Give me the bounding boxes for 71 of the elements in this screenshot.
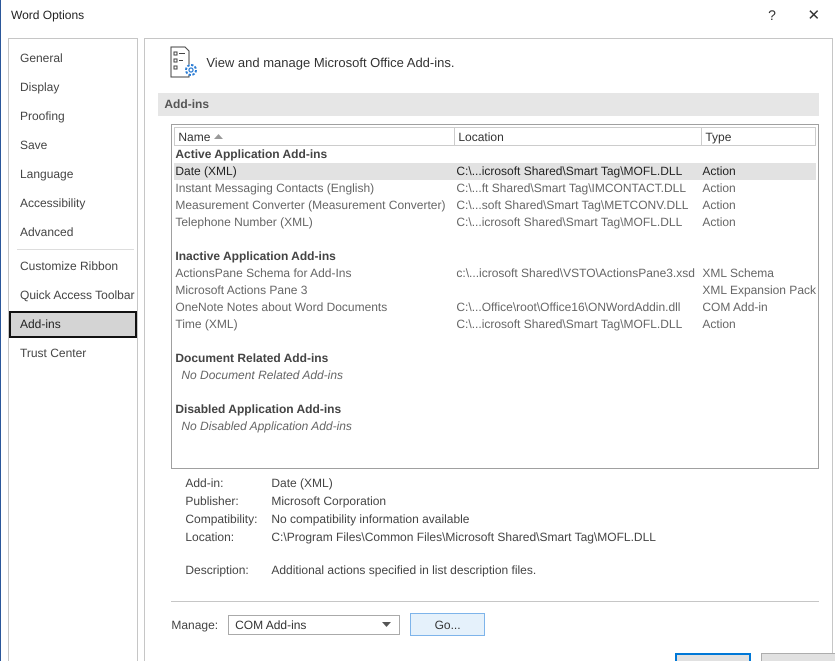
detail-label: Add-in:: [185, 475, 224, 492]
table-cell-text: Time (XML): [174, 316, 239, 333]
section-header: Add-ins: [158, 93, 819, 116]
table-cell: C:\...icrosoft Shared\Smart Tag\MOFL.DLL: [456, 164, 682, 178]
close-button[interactable]: ✕: [793, 0, 835, 30]
table-cell-text: Action: [701, 163, 737, 180]
table-cell-text: Date (XML): [174, 163, 238, 180]
table-cell-text: XML Schema: [701, 265, 775, 282]
sidebar-item[interactable]: General: [9, 45, 138, 72]
table-cell: C:\...Office\root\Office16\ONWordAddin.dll: [456, 300, 680, 314]
sidebar-item[interactable]: Language: [9, 161, 138, 188]
manage-dropdown[interactable]: COM Add-ins: [228, 614, 400, 634]
sidebar-item[interactable]: Add-ins: [9, 311, 138, 338]
table-cell: C:\...soft Shared\Smart Tag\METCONV.DLL: [456, 198, 688, 212]
addin-row[interactable]: Microsoft Actions Pane 3 XML Expansion Pack: [174, 282, 816, 299]
detail-label: Location:: [185, 529, 236, 546]
page-heading: View and manage Microsoft Office Add-ins.: [206, 54, 454, 70]
addin-row[interactable]: Instant Messaging Contacts (English) C:\...ft Shared\Smart Tag\IMCONTACT.DLL Action: [174, 180, 816, 197]
detail-value: No compatibility information available: [271, 511, 470, 528]
sidebar-item[interactable]: Display: [9, 74, 138, 101]
sidebar-item[interactable]: Advanced: [9, 219, 138, 246]
table-cell-text: Action: [701, 197, 737, 214]
detail-label: Compatibility:: [185, 511, 258, 528]
table-cell: c:\...icrosoft Shared\VSTO\ActionsPane3.xsd: [456, 266, 695, 280]
table-cell-text: ActionsPane Schema for Add-Ins: [174, 265, 352, 282]
addin-row[interactable]: Time (XML) C:\...icrosoft Shared\Smart Tag\MOFL.DLL Action: [174, 316, 816, 333]
help-button[interactable]: ?: [751, 0, 793, 30]
group-heading: Document Related Add-ins: [174, 350, 330, 367]
table-cell: C:\...icrosoft Shared\Smart Tag\MOFL.DLL: [456, 317, 682, 331]
column-header[interactable]: Type: [702, 128, 815, 145]
addin-row[interactable]: Measurement Converter (Measurement Converter) C:\...soft Shared\Smart Tag\METCONV.DLL Action: [174, 197, 816, 214]
sidebar-item[interactable]: Quick Access Toolbar: [9, 282, 138, 309]
dropdown-caret-icon: [382, 622, 392, 627]
table-cell-text: Action: [701, 316, 737, 333]
column-header[interactable]: Location: [455, 128, 702, 145]
table-cell-text: Action: [701, 180, 737, 197]
detail-label: Publisher:: [185, 493, 240, 510]
sidebar-item[interactable]: Save: [9, 132, 138, 159]
go-button[interactable]: Go...: [410, 613, 486, 636]
addin-row[interactable]: Date (XML) C:\...icrosoft Shared\Smart Tag\MOFL.DLL Action: [174, 163, 816, 180]
table-cell: XML Expansion Pack: [701, 282, 816, 299]
sort-ascending-icon: [214, 134, 224, 139]
empty-message: No Disabled Application Add-ins: [180, 418, 353, 435]
table-cell: C:\...ft Shared\Smart Tag\IMCONTACT.DLL: [456, 181, 686, 195]
group-heading: Inactive Application Add-ins: [174, 248, 337, 265]
column-header[interactable]: Name: [175, 128, 456, 145]
sidebar-item[interactable]: Customize Ribbon: [9, 253, 138, 280]
group-heading: Disabled Application Add-ins: [174, 401, 342, 418]
manage-label: Manage:: [171, 618, 218, 632]
table-cell: C:\...icrosoft Shared\Smart Tag\MOFL.DLL: [456, 215, 682, 229]
table-cell-text: Instant Messaging Contacts (English): [174, 180, 376, 197]
window-title: Word Options: [11, 8, 86, 22]
table-cell-text: Measurement Converter (Measurement Converter): [174, 197, 446, 214]
sidebar-item[interactable]: Accessibility: [9, 190, 138, 217]
detail-value: C:\Program Files\Common Files\Microsoft Shared\Smart Tag\MOFL.DLL: [271, 529, 656, 546]
addin-row[interactable]: Telephone Number (XML) C:\...icrosoft Shared\Smart Tag\MOFL.DLL Action: [174, 214, 816, 231]
addin-row[interactable]: OneNote Notes about Word Documents C:\...Office\root\Office16\ONWordAddin.dll COM Add-in: [174, 299, 816, 316]
detail-value: Additional actions specified in list description files.: [271, 562, 536, 579]
empty-message: No Document Related Add-ins: [180, 367, 344, 384]
sidebar-item[interactable]: Proofing: [9, 103, 138, 130]
detail-value: Date (XML): [271, 475, 333, 492]
table-cell-text: OneNote Notes about Word Documents: [174, 299, 388, 316]
table-cell-text: Action: [701, 214, 737, 231]
detail-value: Microsoft Corporation: [271, 493, 386, 510]
detail-label: Description:: [185, 562, 250, 579]
table-cell-text: Microsoft Actions Pane 3: [174, 282, 308, 299]
group-heading: Active Application Add-ins: [174, 146, 328, 163]
sidebar-item[interactable]: Trust Center: [9, 340, 138, 367]
table-cell-text: Telephone Number (XML): [174, 214, 314, 231]
table-cell-text: COM Add-in: [701, 299, 769, 316]
addin-row[interactable]: ActionsPane Schema for Add-Ins c:\...icrosoft Shared\VSTO\ActionsPane3.xsd XML Schema: [174, 265, 816, 282]
